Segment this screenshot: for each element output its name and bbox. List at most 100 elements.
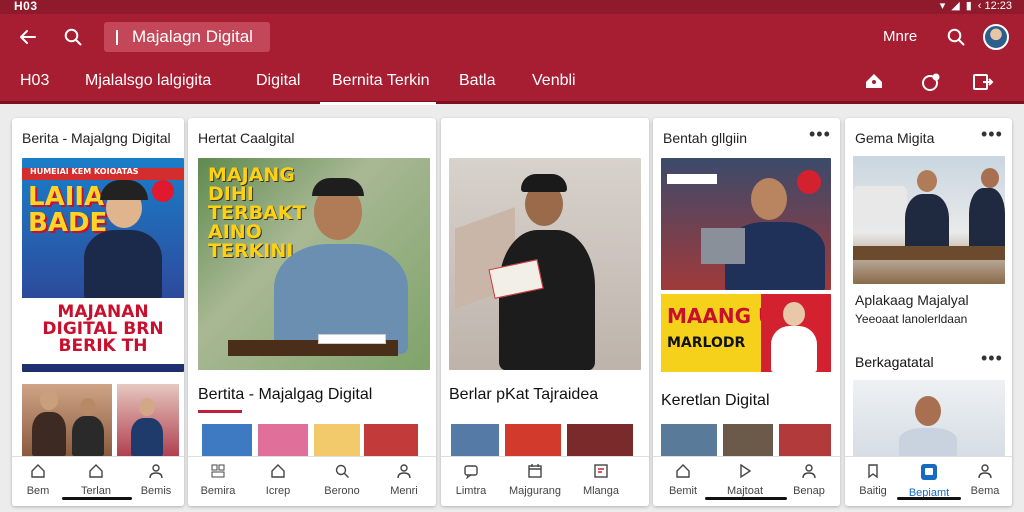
nav-item-baitig[interactable]: Baitig [845, 463, 903, 497]
news-hero-image[interactable] [661, 158, 831, 290]
nav-label: Bemis [140, 485, 172, 497]
tab-h03[interactable]: H03 [20, 72, 49, 90]
tab-bernita-terkin[interactable]: Bernita Terkin [320, 72, 436, 105]
nav-item-benap[interactable]: Benap [779, 463, 839, 497]
nav-item-terlan[interactable]: Terlan [66, 463, 126, 497]
section-title: Berkagatatal [855, 354, 934, 370]
news-card-1[interactable]: Berita - Majalgng Digital HUMEIAI KEM KO… [12, 118, 184, 506]
nav-item-bemira[interactable]: Bemira [188, 463, 248, 497]
bottom-nav: Bemira Icrep Berono Menri [188, 456, 436, 506]
active-indicator [62, 497, 132, 500]
news-hero-image[interactable] [853, 380, 1005, 456]
news-card-5[interactable]: Gema Migita ••• Aplakaag Majalyal Yeeoaa… [845, 118, 1012, 506]
document-icon [594, 464, 608, 478]
card-subheading[interactable]: Aplakaag Majalyal [855, 292, 969, 308]
profile-icon [397, 464, 411, 479]
thumbnail-image[interactable] [364, 424, 418, 456]
search-icon[interactable] [59, 23, 87, 51]
nav-label: Majgurang [509, 485, 561, 497]
status-bar-left: H03 [14, 0, 38, 13]
nav-item-berono[interactable]: Berono [312, 463, 372, 497]
news-poster-image[interactable]: HUMEIAI KEM KOIOATAS LAIIA BADE MAJANAN … [22, 158, 184, 372]
thumbnail-image[interactable] [314, 424, 360, 456]
profile-icon [149, 464, 163, 479]
card-heading[interactable]: Keretlan Digital [661, 392, 770, 410]
more-options-icon[interactable]: ••• [981, 348, 1003, 369]
home-icon [676, 464, 690, 478]
thumbnail-image[interactable] [451, 424, 499, 456]
thumbnail-image[interactable] [117, 384, 179, 456]
avatar[interactable] [983, 24, 1009, 50]
nav-item-majtoat[interactable]: Majtoat [715, 463, 775, 497]
card-heading[interactable]: Berlar pKat Tajraidea [449, 386, 598, 404]
thumbnail-image[interactable] [567, 424, 633, 456]
tab-venbli[interactable]: Venbli [532, 72, 576, 90]
nav-label: Bemira [200, 485, 236, 497]
back-arrow-icon[interactable] [14, 23, 42, 51]
nav-item-bemit[interactable]: Bemit [653, 463, 713, 497]
notification-icon[interactable] [919, 70, 943, 94]
search-input[interactable]: Majalagn Digital [104, 22, 270, 52]
thumbnail-image[interactable] [258, 424, 308, 456]
clock: ‹ 12:23 [977, 0, 1012, 12]
tab-batla[interactable]: Batla [459, 72, 495, 90]
news-card-2[interactable]: Hertat Caalgital MAJANG DIHI TERBAKT AIN… [188, 118, 436, 506]
card-title: Berita - Majalgng Digital [22, 130, 171, 146]
search-icon [335, 464, 349, 478]
nav-label: Bema [970, 485, 1000, 497]
bookmark-icon [868, 464, 878, 479]
active-indicator [897, 497, 961, 500]
poster-headline: LAIIA BADE [28, 182, 108, 238]
wifi-icon: ▾ [939, 0, 946, 12]
chat-icon [921, 464, 937, 480]
nav-label: Bemit [668, 485, 698, 497]
card-title: Bentah gllgiin [663, 130, 748, 146]
nav-item-bema[interactable]: Bema [955, 463, 1012, 497]
bottom-nav: Bem Terlan Bemis [12, 456, 184, 506]
nav-label: Mlanga [582, 485, 620, 497]
more-options-icon[interactable]: ••• [981, 124, 1003, 145]
news-card-3[interactable]: Berlar pKat Tajraidea Limtra Majgurang M… [441, 118, 649, 506]
nav-item-majgurang[interactable]: Majgurang [505, 463, 565, 497]
more-label[interactable]: Mnre [883, 28, 917, 45]
news-hero-image[interactable] [449, 158, 641, 370]
more-options-icon[interactable]: ••• [809, 124, 831, 145]
nav-label: Majtoat [726, 485, 764, 497]
home-icon[interactable] [863, 70, 887, 94]
nav-item-bemis[interactable]: Bemis [126, 463, 184, 497]
profile-icon [978, 464, 992, 479]
nav-item-mlanga[interactable]: Mlanga [571, 463, 631, 497]
thumbnail-image[interactable] [661, 424, 717, 456]
nav-label: Berono [324, 485, 360, 497]
nav-label: Baitig [859, 485, 887, 497]
nav-item-bepiamt[interactable]: Bepiamt [899, 463, 959, 499]
chat-icon [464, 465, 478, 479]
nav-label: Icrep [265, 485, 291, 497]
nav-item-limtra[interactable]: Limtra [441, 463, 501, 497]
poster-small-text: HUMEIAI KEM KOIOATAS [30, 167, 139, 176]
home-icon [271, 464, 285, 478]
poster-bottom-text: MAJANAN DIGITAL BRN BERIK TH [42, 302, 164, 356]
news-poster-image[interactable]: MAANG UN MARLODR [661, 294, 831, 372]
tab-bar: H03 Mjalalsgo lalgigita Digital Bernita … [0, 60, 1024, 105]
thumbnail-image[interactable] [779, 424, 831, 456]
thumbnail-image[interactable] [202, 424, 252, 456]
search-icon[interactable] [942, 23, 970, 51]
thumbnail-image[interactable] [723, 424, 773, 456]
share-icon[interactable] [971, 70, 995, 94]
tab-mjalalsgo[interactable]: Mjalalsgo lalgigita [85, 72, 211, 90]
thumbnail-image[interactable] [22, 384, 112, 456]
news-hero-image[interactable]: MAJANG DIHI TERBAKT AINO TERKINI [198, 158, 430, 370]
nav-item-icrep[interactable]: Icrep [248, 463, 308, 497]
news-card-4[interactable]: Bentah gllgiin ••• MAANG UN MARLODR Kere… [653, 118, 840, 506]
app-bar: Majalagn Digital Mnre [0, 14, 1024, 60]
news-hero-image[interactable] [853, 156, 1005, 284]
nav-item-bem[interactable]: Bem [12, 463, 68, 497]
card-heading[interactable]: Bertita - Majalgag Digital [198, 386, 372, 404]
tab-digital[interactable]: Digital [256, 72, 300, 90]
nav-item-menri[interactable]: Menri [374, 463, 434, 497]
search-input-value: Majalagn Digital [132, 27, 253, 46]
nav-label: Menri [390, 485, 418, 497]
status-bar: H03 ▾ ◢ ▮ ‹ 12:23 [0, 0, 1024, 14]
thumbnail-image[interactable] [505, 424, 561, 456]
